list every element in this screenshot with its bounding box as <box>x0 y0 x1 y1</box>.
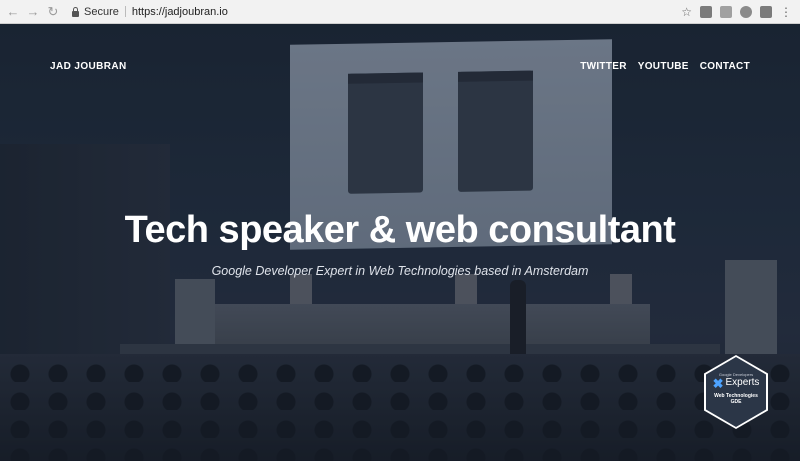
nav-link-contact[interactable]: CONTACT <box>700 61 750 72</box>
experts-x-icon: ✖ <box>712 375 724 391</box>
nav-link-twitter[interactable]: TWITTER <box>580 61 627 72</box>
gde-badge-program: GDE <box>730 398 742 405</box>
extension-icon-4[interactable] <box>760 5 772 18</box>
forward-arrow-icon[interactable]: → <box>24 3 42 21</box>
star-icon[interactable]: ☆ <box>681 5 692 19</box>
lock-icon <box>72 6 79 17</box>
top-navigation: TWITTER YOUTUBE CONTACT <box>580 61 750 72</box>
toolbar-actions: ☆ ⋮ <box>681 5 792 19</box>
gde-badge-logo: ✖ Experts <box>713 377 760 390</box>
site-brand[interactable]: JAD JOUBRAN <box>50 61 127 72</box>
back-arrow-icon[interactable]: ← <box>4 3 22 21</box>
hero-section: JAD JOUBRAN TWITTER YOUTUBE CONTACT Tech… <box>0 24 800 461</box>
nav-link-youtube[interactable]: YOUTUBE <box>638 61 689 72</box>
gde-badge-inner: Google Developers ✖ Experts Web Technolo… <box>706 357 766 427</box>
extension-icon-2[interactable] <box>720 5 732 18</box>
hero-headline: Tech speaker & web consultant <box>124 209 676 251</box>
hero-subheadline: Google Developer Expert in Web Technolog… <box>211 264 589 278</box>
extension-icon-3[interactable] <box>740 5 752 18</box>
address-bar[interactable]: Secure https://jadjoubran.io <box>68 3 681 21</box>
vertical-dots-icon[interactable]: ⋮ <box>780 5 792 19</box>
secure-label: Secure <box>84 5 119 18</box>
address-divider <box>124 6 126 17</box>
extension-icon-1[interactable] <box>700 5 712 18</box>
browser-toolbar: ← → ↻ Secure https://jadjoubran.io ☆ ⋮ <box>0 0 800 24</box>
gde-badge-word: Experts <box>725 377 760 388</box>
reload-icon[interactable]: ↻ <box>44 3 62 21</box>
url-text[interactable]: https://jadjoubran.io <box>132 6 228 18</box>
